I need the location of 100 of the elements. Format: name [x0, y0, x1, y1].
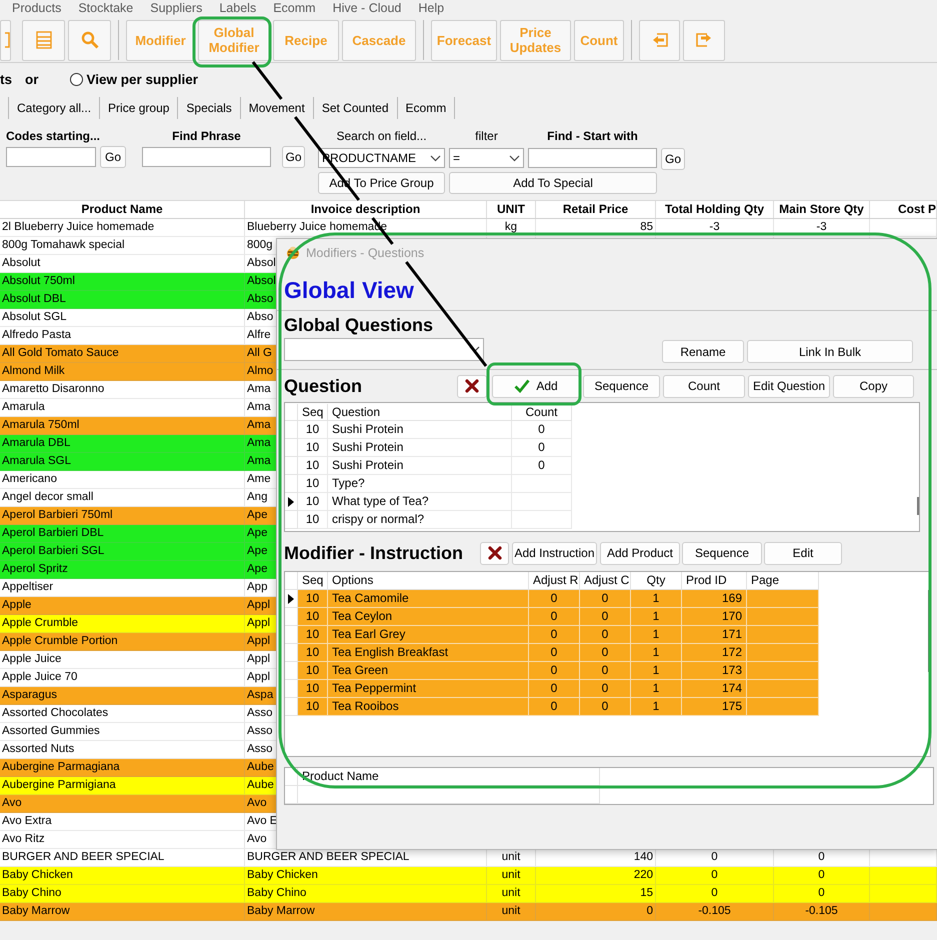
toolbar-button[interactable]	[683, 20, 725, 60]
column-header[interactable]: Product Name	[298, 768, 600, 786]
row-selector[interactable]	[285, 590, 298, 608]
delete-button[interactable]	[480, 542, 509, 564]
column-header[interactable]: Adjust R	[529, 572, 580, 590]
table-row[interactable]: BURGER AND BEER SPECIAL BURGER AND BEER SPECIAL unit 140 0 0	[0, 849, 937, 867]
list-icon	[36, 31, 52, 49]
table-row[interactable]: Baby Chicken Baby Chicken unit 220 0 0	[0, 867, 937, 885]
table-cell: -0.105	[698, 905, 731, 917]
go-button[interactable]: Go	[100, 146, 126, 168]
table-cell: 0	[711, 869, 718, 881]
table-cell: Ape	[247, 545, 268, 557]
bee-icon	[286, 246, 300, 260]
column-header[interactable]: Prod ID	[682, 572, 747, 590]
table-cell: Angel decor small	[2, 491, 94, 503]
table-cell: Ame	[247, 473, 271, 485]
column-header[interactable]: Options	[328, 572, 529, 590]
column-header[interactable]: Seq	[298, 572, 328, 590]
link-in-bulk-button[interactable]: Link In Bulk	[747, 340, 913, 363]
table-cell: 0	[529, 662, 580, 680]
column-header[interactable]: Page	[747, 572, 819, 590]
dropdown[interactable]: =	[449, 148, 524, 168]
column-header[interactable]: Product Name	[0, 201, 245, 218]
menu-item[interactable]: Help	[418, 1, 444, 15]
action-button[interactable]: Sequence	[583, 374, 660, 398]
table-cell: Sushi Protein	[328, 421, 512, 439]
action-button[interactable]: Add	[492, 374, 580, 398]
input-field[interactable]	[142, 147, 271, 167]
action-button[interactable]: Sequence	[682, 542, 762, 564]
table-cell	[747, 644, 819, 662]
column-header[interactable]: UNIT	[487, 201, 536, 218]
filter-button[interactable]: Price group	[100, 97, 178, 119]
column-header[interactable]: Total Holding Qty	[656, 201, 774, 218]
combo-box[interactable]	[284, 338, 484, 361]
add-to-special-button[interactable]: Add To Special	[449, 172, 657, 194]
menu-item[interactable]: Labels	[219, 1, 256, 15]
toolbar-button[interactable]	[22, 20, 65, 60]
table-row[interactable]: Baby Marrow Baby Marrow unit 0 -0.105 -0.105	[0, 903, 937, 921]
go-button[interactable]: Go	[282, 146, 305, 168]
table-cell	[747, 680, 819, 698]
column-header[interactable]: Adjust C	[580, 572, 631, 590]
table-row[interactable]: Baby Chino Baby Chino unit 15 0 0	[0, 885, 937, 903]
action-button[interactable]: Edit	[764, 542, 842, 564]
scrollbar-thumb[interactable]	[917, 497, 919, 515]
column-header[interactable]: Seq	[298, 404, 328, 421]
row-selector[interactable]	[285, 493, 298, 511]
column-header[interactable]: Qty	[631, 572, 682, 590]
table-cell: 0	[529, 608, 580, 626]
action-button[interactable]: Add Product	[600, 542, 680, 564]
table-cell: App	[247, 581, 268, 593]
filter-button[interactable]: Set Counted	[314, 97, 398, 119]
radio-button[interactable]: View per supplier	[70, 72, 198, 86]
filter-button[interactable]: Ecomm	[398, 97, 456, 119]
menu-item[interactable]: Ecomm	[273, 1, 316, 15]
table-cell: 0	[529, 590, 580, 608]
column-header[interactable]: Invoice description	[245, 201, 487, 218]
column-header[interactable]: Main Store Qty	[774, 201, 870, 218]
label-text: ts	[0, 72, 12, 86]
field-label: filter	[474, 128, 499, 145]
table-cell: 10	[298, 493, 328, 511]
field-label: Codes starting...	[6, 128, 102, 145]
input-field[interactable]	[6, 147, 96, 167]
filter-button[interactable]: Category all...	[8, 97, 100, 119]
table-cell: 10	[298, 698, 328, 716]
table-cell: 10	[298, 511, 328, 529]
input-field[interactable]	[528, 148, 657, 168]
column-header[interactable]: Question	[328, 404, 512, 421]
column-header[interactable]: Cost P	[870, 201, 937, 218]
table-cell: 10	[298, 662, 328, 680]
action-button[interactable]: Copy	[833, 374, 914, 398]
menu-item[interactable]: Products	[12, 1, 62, 15]
action-button[interactable]: Count	[663, 374, 745, 398]
table-cell: 0	[529, 626, 580, 644]
toolbar-button[interactable]	[639, 20, 680, 60]
filter-button[interactable]: Specials	[178, 97, 241, 119]
menu-item[interactable]: Hive - Cloud	[332, 1, 402, 15]
toolbar-button[interactable]	[68, 20, 111, 60]
action-button[interactable]: Add Instruction	[512, 542, 597, 564]
go-button[interactable]: Go	[661, 148, 685, 170]
table-cell: 0	[580, 590, 631, 608]
action-button[interactable]: Edit Question	[748, 374, 830, 398]
toolbar-button[interactable]	[0, 20, 11, 60]
table-cell: 0	[580, 608, 631, 626]
chevron-down-icon	[509, 154, 520, 162]
table-cell: Baby Chicken	[2, 869, 73, 881]
table-cell: kg	[504, 221, 518, 233]
menu-item[interactable]: Suppliers	[150, 1, 202, 15]
delete-button[interactable]	[457, 374, 487, 398]
filter-button[interactable]: Movement	[240, 97, 314, 119]
rename-button[interactable]: Rename	[662, 340, 744, 363]
table-cell: 85	[640, 221, 653, 233]
table-cell: Baby Marrow	[2, 905, 70, 917]
table-cell: Aperol Spritz	[2, 563, 68, 575]
table-cell: 174	[682, 680, 747, 698]
column-header[interactable]: Retail Price	[536, 201, 656, 218]
menu-item[interactable]: Stocktake	[78, 1, 134, 15]
table-cell: Tea Camomile	[328, 590, 529, 608]
table-cell: What type of Tea?	[328, 493, 512, 511]
table-cell: Tea Rooibos	[328, 698, 529, 716]
table-cell: Type?	[328, 475, 512, 493]
